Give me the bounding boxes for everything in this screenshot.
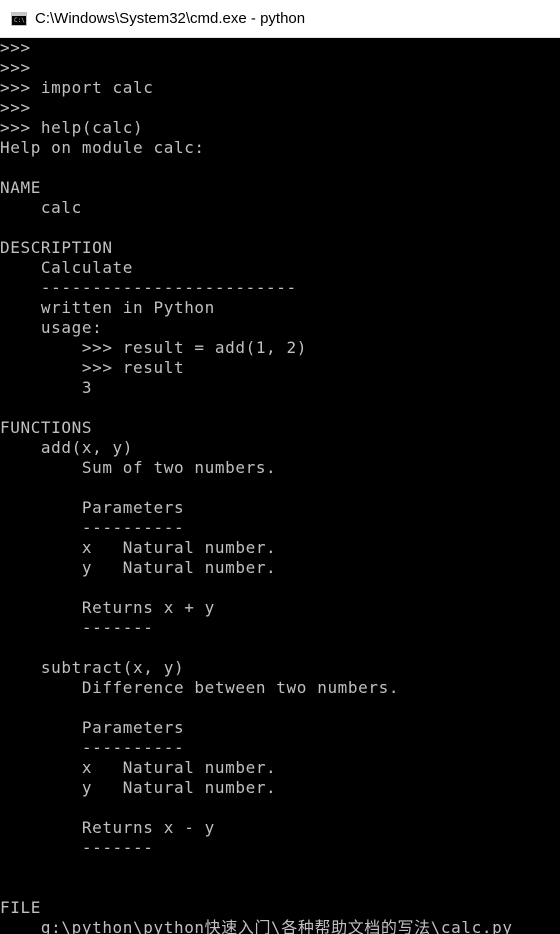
prompt-line: >>> bbox=[0, 38, 31, 57]
output-line: x Natural number. bbox=[0, 758, 277, 777]
cmd-window: C:\ C:\Windows\System32\cmd.exe - python… bbox=[0, 0, 560, 934]
output-line: Returns x + y bbox=[0, 598, 215, 617]
output-line: x Natural number. bbox=[0, 538, 277, 557]
console-icon-prompt: C:\ bbox=[14, 16, 25, 24]
section-heading-description: DESCRIPTION bbox=[0, 238, 113, 257]
output-line: Sum of two numbers. bbox=[0, 458, 277, 477]
output-line: ------- bbox=[0, 618, 154, 637]
blank-line bbox=[0, 398, 560, 418]
output-line: calc bbox=[0, 198, 82, 217]
blank-line bbox=[0, 158, 560, 178]
title-bar[interactable]: C:\ C:\Windows\System32\cmd.exe - python bbox=[0, 0, 560, 38]
output-line: ---------- bbox=[0, 738, 185, 757]
output-line: ---------- bbox=[0, 518, 185, 537]
file-path-line: g:\python\python快速入门\各种帮助文档的写法\calc.py bbox=[0, 918, 513, 934]
output-line: y Natural number. bbox=[0, 778, 277, 797]
output-line: 3 bbox=[0, 378, 93, 397]
blank-line bbox=[0, 218, 560, 238]
output-line: Parameters bbox=[0, 498, 185, 517]
blank-line bbox=[0, 798, 560, 818]
output-line: >>> result = add(1, 2) bbox=[0, 338, 307, 357]
help-header-line: Help on module calc: bbox=[0, 138, 205, 157]
output-line: written in Python bbox=[0, 298, 215, 317]
output-line: add(x, y) bbox=[0, 438, 134, 457]
output-line: subtract(x, y) bbox=[0, 658, 185, 677]
blank-line bbox=[0, 638, 560, 658]
output-line: ------- bbox=[0, 838, 154, 857]
blank-line bbox=[0, 698, 560, 718]
console-icon-strip bbox=[12, 12, 26, 16]
output-line: Calculate bbox=[0, 258, 134, 277]
output-line: y Natural number. bbox=[0, 558, 277, 577]
blank-line bbox=[0, 578, 560, 598]
command-line: >>> import calc bbox=[0, 78, 154, 97]
section-heading-functions: FUNCTIONS bbox=[0, 418, 93, 437]
output-line: Parameters bbox=[0, 718, 185, 737]
command-line: >>> help(calc) bbox=[0, 118, 144, 137]
blank-line bbox=[0, 878, 560, 898]
output-line: ------------------------- bbox=[0, 278, 297, 297]
output-line: Returns x - y bbox=[0, 818, 215, 837]
section-heading-file: FILE bbox=[0, 898, 41, 917]
blank-line bbox=[0, 858, 560, 878]
console-icon[interactable]: C:\ bbox=[11, 11, 27, 26]
prompt-line: >>> bbox=[0, 58, 31, 77]
output-line: usage: bbox=[0, 318, 103, 337]
output-line: Difference between two numbers. bbox=[0, 678, 400, 697]
prompt-line: >>> bbox=[0, 98, 31, 117]
console-output[interactable]: >>> >>> >>> import calc >>> >>> help(cal… bbox=[0, 38, 560, 934]
blank-line bbox=[0, 478, 560, 498]
output-line: >>> result bbox=[0, 358, 185, 377]
section-heading-name: NAME bbox=[0, 178, 41, 197]
window-title: C:\Windows\System32\cmd.exe - python bbox=[35, 10, 306, 27]
